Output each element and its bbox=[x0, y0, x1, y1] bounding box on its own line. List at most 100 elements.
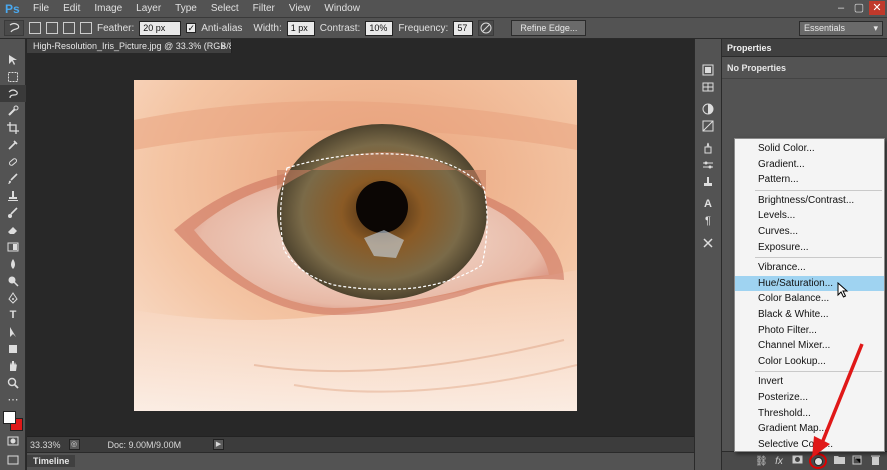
history-panel-icon[interactable] bbox=[695, 61, 721, 78]
menu-select[interactable]: Select bbox=[204, 3, 246, 14]
maximize-button[interactable]: ▢ bbox=[851, 1, 867, 15]
menu-filter[interactable]: Filter bbox=[246, 3, 282, 14]
menu-solid-color[interactable]: Solid Color... bbox=[735, 141, 884, 157]
menu-color-balance[interactable]: Color Balance... bbox=[735, 291, 884, 307]
more-tools-icon[interactable]: ⋯ bbox=[0, 391, 26, 408]
brush-tool-icon[interactable] bbox=[0, 170, 26, 187]
lasso-tool-icon[interactable] bbox=[0, 85, 26, 102]
menu-separator bbox=[755, 189, 882, 191]
menu-posterize[interactable]: Posterize... bbox=[735, 390, 884, 406]
zoom-level[interactable]: 33.33% bbox=[30, 440, 61, 450]
close-button[interactable]: ✕ bbox=[869, 1, 885, 15]
quick-selection-tool-icon[interactable] bbox=[0, 102, 26, 119]
canvas-area[interactable] bbox=[27, 53, 694, 436]
menu-window[interactable]: Window bbox=[317, 3, 367, 14]
photoshop-window: Ps File Edit Image Layer Type Select Fil… bbox=[0, 0, 887, 470]
brush-panel-icon[interactable] bbox=[695, 156, 721, 173]
contrast-input[interactable] bbox=[365, 20, 394, 36]
app-logo: Ps bbox=[5, 1, 20, 16]
screen-mode-icon[interactable] bbox=[0, 451, 26, 468]
pupil bbox=[356, 181, 408, 233]
document-tab[interactable]: High-Resolution_Iris_Picture.jpg @ 33.3%… bbox=[27, 39, 232, 53]
brush-presets-icon[interactable] bbox=[695, 139, 721, 156]
adjustments-panel-icon[interactable] bbox=[695, 100, 721, 117]
menu-channel-mixer[interactable]: Channel Mixer... bbox=[735, 338, 884, 354]
menu-curves[interactable]: Curves... bbox=[735, 224, 884, 240]
dodge-tool-icon[interactable] bbox=[0, 272, 26, 289]
subtract-selection-icon[interactable] bbox=[63, 22, 75, 34]
menu-selective-color[interactable]: Selective Color... bbox=[735, 437, 884, 453]
properties-header[interactable]: Properties bbox=[722, 39, 887, 57]
pen-tool-icon[interactable] bbox=[0, 289, 26, 306]
workspace-select[interactable]: Essentials ▾ bbox=[799, 21, 883, 36]
menu-color-lookup[interactable]: Color Lookup... bbox=[735, 354, 884, 370]
menu-hue-saturation[interactable]: Hue/Saturation... bbox=[735, 275, 884, 292]
menu-view[interactable]: View bbox=[282, 3, 318, 14]
paragraph-panel-icon[interactable]: ¶ bbox=[695, 212, 721, 229]
status-menu-icon[interactable]: ▶ bbox=[213, 439, 225, 450]
status-bar: 33.33% ◎ Doc: 9.00M/9.00M ▶ bbox=[27, 436, 694, 452]
lasso-tool-preset-icon[interactable] bbox=[4, 20, 24, 36]
gradient-tool-icon[interactable] bbox=[0, 238, 26, 255]
menu-gradient-map[interactable]: Gradient Map... bbox=[735, 421, 884, 437]
menu-exposure[interactable]: Exposure... bbox=[735, 240, 884, 256]
history-brush-tool-icon[interactable] bbox=[0, 204, 26, 221]
menu-edit[interactable]: Edit bbox=[56, 3, 87, 14]
new-adjustment-layer-button[interactable] bbox=[809, 453, 827, 469]
healing-brush-tool-icon[interactable] bbox=[0, 153, 26, 170]
menu-brightness-contrast[interactable]: Brightness/Contrast... bbox=[735, 193, 884, 209]
menu-threshold[interactable]: Threshold... bbox=[735, 406, 884, 422]
clone-stamp-tool-icon[interactable] bbox=[0, 187, 26, 204]
folder-icon[interactable] bbox=[833, 455, 845, 467]
link-layers-icon[interactable]: ⛓ bbox=[755, 456, 768, 467]
pen-pressure-icon[interactable] bbox=[478, 20, 495, 36]
shape-tool-icon[interactable] bbox=[0, 340, 26, 357]
frequency-input[interactable] bbox=[453, 20, 474, 36]
intersect-selection-icon[interactable] bbox=[80, 22, 92, 34]
width-input[interactable] bbox=[286, 20, 315, 36]
menu-file[interactable]: File bbox=[26, 3, 56, 14]
refine-edge-button[interactable]: Refine Edge... bbox=[511, 20, 587, 36]
eyedropper-tool-icon[interactable] bbox=[0, 136, 26, 153]
eraser-tool-icon[interactable] bbox=[0, 221, 26, 238]
menu-gradient[interactable]: Gradient... bbox=[735, 157, 884, 173]
new-selection-icon[interactable] bbox=[29, 22, 41, 34]
hand-tool-icon[interactable] bbox=[0, 357, 26, 374]
menu-type[interactable]: Type bbox=[168, 3, 204, 14]
new-layer-icon[interactable] bbox=[851, 455, 863, 468]
path-selection-tool-icon[interactable] bbox=[0, 323, 26, 340]
layer-mask-icon[interactable] bbox=[791, 455, 803, 467]
zoom-tool-icon[interactable] bbox=[0, 374, 26, 391]
menu-invert[interactable]: Invert bbox=[735, 374, 884, 390]
antialias-checkbox[interactable]: ✓ bbox=[186, 23, 197, 33]
clone-source-icon[interactable] bbox=[695, 173, 721, 190]
feather-input[interactable] bbox=[139, 20, 182, 36]
menu-levels[interactable]: Levels... bbox=[735, 208, 884, 224]
actions-panel-icon[interactable] bbox=[695, 78, 721, 95]
foreground-color-swatch[interactable] bbox=[3, 411, 16, 424]
trash-icon[interactable] bbox=[869, 455, 881, 468]
menu-layer[interactable]: Layer bbox=[129, 3, 168, 14]
marquee-tool-icon[interactable] bbox=[0, 68, 26, 85]
crop-tool-icon[interactable] bbox=[0, 119, 26, 136]
styles-panel-icon[interactable] bbox=[695, 117, 721, 134]
menu-image[interactable]: Image bbox=[87, 3, 129, 14]
menu-black-white[interactable]: Black & White... bbox=[735, 307, 884, 323]
menu-photo-filter[interactable]: Photo Filter... bbox=[735, 323, 884, 339]
add-selection-icon[interactable] bbox=[46, 22, 58, 34]
window-controls: – ▢ ✕ bbox=[833, 1, 885, 15]
character-panel-icon[interactable]: A bbox=[695, 195, 721, 212]
quick-mask-icon[interactable] bbox=[0, 432, 26, 449]
tab-close-icon[interactable]: × bbox=[221, 39, 226, 53]
share-icon[interactable]: ◎ bbox=[68, 439, 80, 450]
move-tool-icon[interactable] bbox=[0, 51, 26, 68]
fx-icon[interactable]: fx bbox=[773, 456, 785, 467]
menu-pattern[interactable]: Pattern... bbox=[735, 172, 884, 188]
menu-vibrance[interactable]: Vibrance... bbox=[735, 260, 884, 276]
minimize-button[interactable]: – bbox=[833, 1, 849, 15]
timeline-tab[interactable]: Timeline bbox=[27, 455, 76, 467]
iris-photo[interactable] bbox=[134, 80, 577, 411]
blur-tool-icon[interactable] bbox=[0, 255, 26, 272]
tool-presets-icon[interactable] bbox=[695, 234, 721, 251]
type-tool-icon[interactable]: T bbox=[0, 306, 26, 323]
